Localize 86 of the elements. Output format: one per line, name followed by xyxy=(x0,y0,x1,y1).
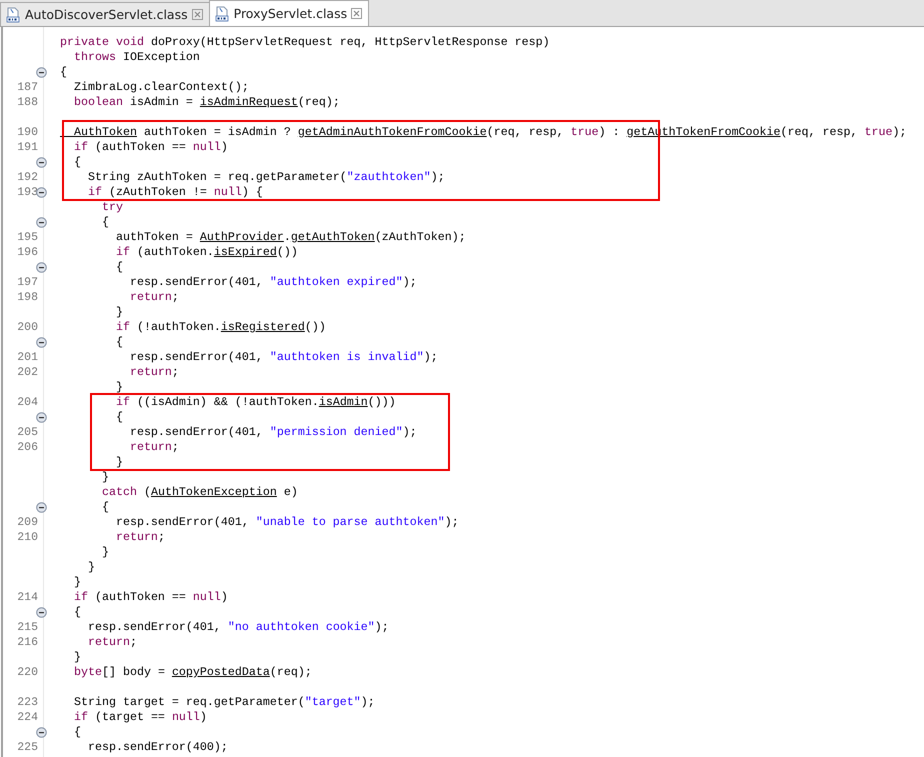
line-number: 223 xyxy=(17,696,38,709)
code-line: String target = req.getParameter("target"); xyxy=(72,695,375,710)
line-number: 187 xyxy=(17,81,38,94)
line-number: 202 xyxy=(17,366,38,379)
editor-tab[interactable]: ProxyServlet.class xyxy=(208,0,370,26)
code-line: return; xyxy=(114,530,165,545)
code-line: } xyxy=(100,470,109,485)
class-file-icon xyxy=(5,6,21,22)
code-line: if (zAuthToken != null) { xyxy=(86,185,263,200)
code-line: resp.sendError(401, "permission denied"); xyxy=(128,425,417,440)
code-line: if (target == null) xyxy=(72,710,207,725)
line-number: 200 xyxy=(17,321,38,334)
code-line: return; xyxy=(128,440,179,455)
code-line: { xyxy=(60,65,67,80)
line-number: 214 xyxy=(17,591,38,604)
code-line: { xyxy=(114,260,123,275)
collapse-icon[interactable] xyxy=(36,157,47,168)
code-line: resp.sendError(401, "unable to parse authtoken"); xyxy=(114,515,459,530)
code-line: resp.sendError(401, "authtoken is invalid"); xyxy=(128,350,438,365)
code-line: resp.sendError(400); xyxy=(86,740,228,755)
collapse-icon[interactable] xyxy=(36,217,47,228)
code-line: return; xyxy=(128,290,179,305)
line-number: 188 xyxy=(17,96,38,109)
line-number: 201 xyxy=(17,351,38,364)
code-line: return; xyxy=(128,365,179,380)
line-number: 195 xyxy=(17,231,38,244)
code-line: { xyxy=(114,335,123,350)
code-line: try xyxy=(100,200,123,215)
code-line: resp.sendError(401, "authtoken expired"); xyxy=(128,275,417,290)
code-line: String zAuthToken = req.getParameter("zauthtoken"); xyxy=(86,170,445,185)
line-number: 197 xyxy=(17,276,38,289)
code-line: } xyxy=(114,305,123,320)
line-number: 196 xyxy=(17,246,38,259)
line-number: 193 xyxy=(17,186,38,199)
code-line: } xyxy=(86,560,95,575)
code-line: { xyxy=(72,605,81,620)
editor-tab[interactable]: AutoDiscoverServlet.class xyxy=(0,2,210,26)
line-number: 224 xyxy=(17,711,38,724)
line-number: 220 xyxy=(17,666,38,679)
code-line: if (authToken.isExpired()) xyxy=(114,245,298,260)
code-line: } xyxy=(100,545,109,560)
code-line: authToken = AuthProvider.getAuthToken(zAuthToken); xyxy=(114,230,466,245)
code-line: if (authToken == null) xyxy=(72,590,228,605)
collapse-icon[interactable] xyxy=(36,727,47,738)
line-number: 192 xyxy=(17,171,38,184)
collapse-icon[interactable] xyxy=(36,502,47,513)
code-line: catch (AuthTokenException e) xyxy=(100,485,298,500)
code-line: } xyxy=(114,380,123,395)
code-line: if (!authToken.isRegistered()) xyxy=(114,320,326,335)
line-number: 209 xyxy=(17,516,38,529)
close-icon[interactable] xyxy=(351,8,362,19)
line-number: 225 xyxy=(17,741,38,754)
line-number: 205 xyxy=(17,426,38,439)
line-number: 215 xyxy=(17,621,38,634)
close-icon[interactable] xyxy=(192,9,203,20)
code-line: ZimbraLog.clearContext(); xyxy=(72,80,249,95)
code-line: if (authToken == null) xyxy=(72,140,228,155)
class-file-icon xyxy=(214,6,230,22)
line-number: 190 xyxy=(17,126,38,139)
line-number: 216 xyxy=(17,636,38,649)
code-line: { xyxy=(100,500,109,515)
code-line: } xyxy=(72,575,81,590)
code-line: { xyxy=(100,215,109,230)
collapse-icon[interactable] xyxy=(36,67,47,78)
collapse-icon[interactable] xyxy=(36,187,47,198)
code-line: byte[] body = copyPostedData(req); xyxy=(72,665,312,680)
line-number: 206 xyxy=(17,441,38,454)
code-line: return; xyxy=(86,635,137,650)
code-line: private void doProxy(HttpServletRequest req, HttpServletResponse resp) xyxy=(60,35,550,50)
collapse-icon[interactable] xyxy=(36,607,47,618)
code-line: { xyxy=(114,410,123,425)
line-number: 210 xyxy=(17,531,38,544)
code-line: { xyxy=(72,155,81,170)
collapse-icon[interactable] xyxy=(36,262,47,273)
code-line: { xyxy=(72,725,81,740)
line-number: 191 xyxy=(17,141,38,154)
line-number: 204 xyxy=(17,396,38,409)
code-line: throws IOException xyxy=(72,50,200,65)
code-line: resp.sendError(401, "no authtoken cookie"); xyxy=(86,620,389,635)
code-line: } xyxy=(114,455,123,470)
collapse-icon[interactable] xyxy=(36,412,47,423)
collapse-icon[interactable] xyxy=(36,337,47,348)
code-line: if ((isAdmin) && (!authToken.isAdmin())) xyxy=(114,395,396,410)
line-number: 198 xyxy=(17,291,38,304)
code-line: } xyxy=(72,650,81,665)
code-line: boolean isAdmin = isAdminRequest(req); xyxy=(72,95,340,110)
